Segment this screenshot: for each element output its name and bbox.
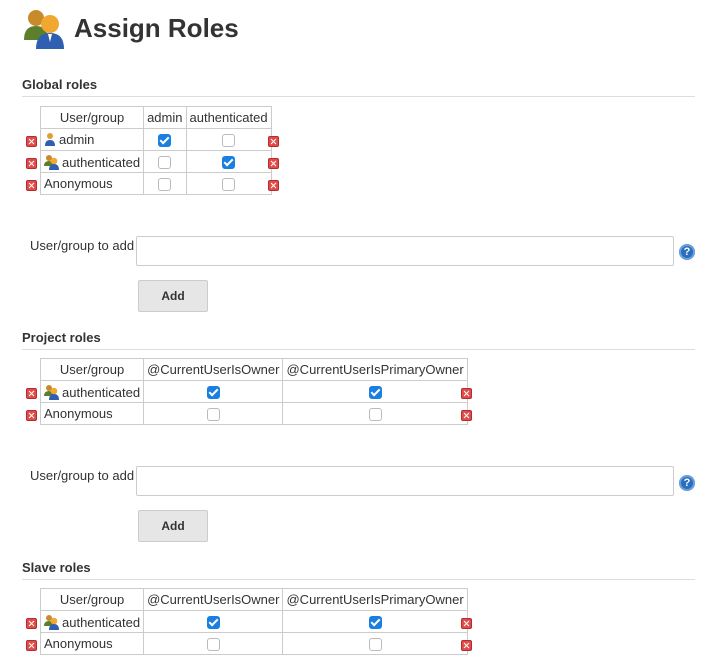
user-name: admin — [59, 132, 95, 147]
page-title: Assign Roles — [74, 12, 239, 43]
user-name: Anonymous — [44, 406, 113, 421]
column-header: User/group — [39, 588, 145, 611]
role-checkbox[interactable] — [206, 386, 220, 400]
column-header: admin — [143, 106, 187, 129]
column-header: authenticated — [185, 106, 272, 129]
role-checkbox[interactable] — [368, 408, 382, 422]
user-name: authenticated — [62, 614, 141, 630]
role-checkbox[interactable] — [158, 134, 172, 148]
group-icon — [44, 154, 60, 170]
checkbox-cell — [143, 632, 284, 655]
role-checkbox[interactable] — [206, 616, 220, 630]
user-name: Anonymous — [44, 636, 113, 651]
slave-roles-title: Slave roles — [22, 560, 695, 580]
delete-row-anonymous-icon[interactable] — [26, 410, 37, 421]
delete-row-anonymous-icon[interactable] — [26, 640, 37, 651]
assign-roles-icon — [22, 6, 66, 50]
role-checkbox[interactable] — [158, 156, 172, 170]
user-cell: Anonymous — [39, 172, 145, 195]
checkbox-cell — [282, 380, 468, 403]
table-row: authenticated — [39, 150, 272, 173]
project-roles-title: Project roles — [22, 330, 695, 350]
checkbox-cell — [185, 150, 272, 173]
role-checkbox[interactable] — [368, 386, 382, 400]
slave-roles-table: User/group @CurrentUserIsOwner @CurrentU… — [39, 588, 468, 655]
user-name: authenticated — [62, 154, 141, 170]
delete-row-authenticated-icon[interactable] — [461, 388, 472, 399]
column-header: User/group — [39, 106, 145, 129]
table-header-row: User/group @CurrentUserIsOwner @CurrentU… — [39, 588, 468, 611]
role-checkbox[interactable] — [206, 638, 220, 652]
checkbox-cell — [143, 402, 284, 425]
role-checkbox[interactable] — [158, 178, 172, 192]
role-checkbox[interactable] — [222, 178, 236, 192]
checkbox-cell — [143, 128, 187, 151]
project-user-group-input[interactable] — [136, 466, 674, 496]
delete-row-anonymous-icon[interactable] — [461, 410, 472, 421]
delete-row-authenticated-icon[interactable] — [26, 618, 37, 629]
user-name: authenticated — [62, 384, 141, 400]
table-row: authenticated — [39, 380, 468, 403]
checkbox-cell — [143, 150, 187, 173]
project-add-label: User/group to add — [30, 468, 135, 483]
user-cell: authenticated — [39, 150, 145, 173]
table-header-row: User/group @CurrentUserIsOwner @CurrentU… — [39, 358, 468, 381]
table-row: Anonymous — [39, 402, 468, 425]
user-cell: authenticated — [39, 610, 145, 633]
checkbox-cell — [185, 128, 272, 151]
delete-row-anonymous-icon[interactable] — [26, 180, 37, 191]
global-add-label: User/group to add — [30, 238, 135, 253]
project-help-icon[interactable]: ? — [679, 475, 695, 491]
column-header: @CurrentUserIsPrimaryOwner — [282, 358, 468, 381]
global-roles-title: Global roles — [22, 77, 695, 97]
delete-row-authenticated-icon[interactable] — [461, 618, 472, 629]
checkbox-cell — [282, 632, 468, 655]
group-icon — [44, 614, 60, 630]
role-checkbox[interactable] — [222, 134, 236, 148]
delete-row-anonymous-icon[interactable] — [268, 180, 279, 191]
global-roles-table: User/group admin authenticated admin aut… — [39, 106, 272, 195]
global-help-icon[interactable]: ? — [679, 244, 695, 260]
role-checkbox[interactable] — [222, 156, 236, 170]
delete-row-authenticated-icon[interactable] — [26, 388, 37, 399]
checkbox-cell — [282, 610, 468, 633]
column-header: @CurrentUserIsOwner — [143, 358, 284, 381]
checkbox-cell — [185, 172, 272, 195]
table-row: admin — [39, 128, 272, 151]
delete-row-admin-icon[interactable] — [268, 136, 279, 147]
user-cell: Anonymous — [39, 632, 145, 655]
table-row: authenticated — [39, 610, 468, 633]
table-header-row: User/group admin authenticated — [39, 106, 272, 129]
column-header: User/group — [39, 358, 145, 381]
table-row: Anonymous — [39, 172, 272, 195]
column-header: @CurrentUserIsOwner — [143, 588, 284, 611]
user-icon — [44, 132, 56, 146]
user-cell: authenticated — [39, 380, 145, 403]
role-checkbox[interactable] — [368, 638, 382, 652]
group-icon — [44, 384, 60, 400]
table-row: Anonymous — [39, 632, 468, 655]
page-header: Assign Roles — [22, 6, 239, 50]
checkbox-cell — [143, 380, 284, 403]
global-add-button[interactable]: Add — [138, 280, 208, 312]
delete-row-admin-icon[interactable] — [26, 136, 37, 147]
project-roles-table: User/group @CurrentUserIsOwner @CurrentU… — [39, 358, 468, 425]
project-add-button[interactable]: Add — [138, 510, 208, 542]
delete-row-anonymous-icon[interactable] — [461, 640, 472, 651]
user-cell: admin — [39, 128, 145, 151]
checkbox-cell — [282, 402, 468, 425]
delete-row-authenticated-icon[interactable] — [268, 158, 279, 169]
global-user-group-input[interactable] — [136, 236, 674, 266]
role-checkbox[interactable] — [206, 408, 220, 422]
user-cell: Anonymous — [39, 402, 145, 425]
role-checkbox[interactable] — [368, 616, 382, 630]
checkbox-cell — [143, 172, 187, 195]
delete-row-authenticated-icon[interactable] — [26, 158, 37, 169]
user-name: Anonymous — [44, 176, 113, 191]
checkbox-cell — [143, 610, 284, 633]
column-header: @CurrentUserIsPrimaryOwner — [282, 588, 468, 611]
